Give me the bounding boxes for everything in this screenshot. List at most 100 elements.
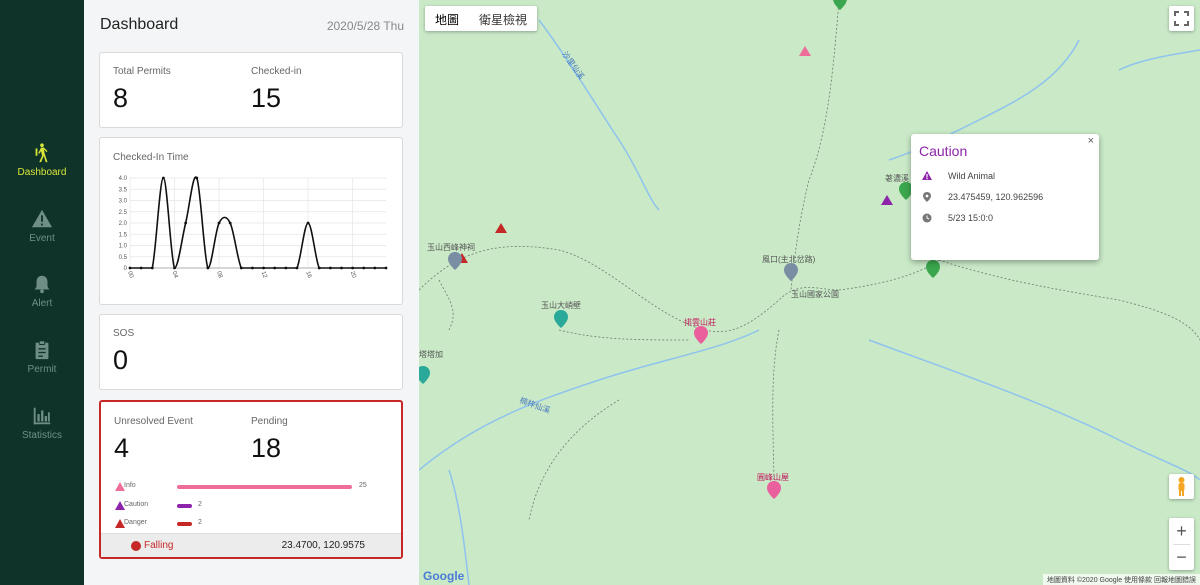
sidebar-item-permit[interactable]: Permit: [0, 339, 84, 375]
events-card[interactable]: Unresolved Event 4 Pending 18 Info 25 Ca…: [99, 400, 403, 559]
park-pin-icon[interactable]: [833, 0, 847, 10]
map-label: 排雲山莊: [684, 318, 716, 327]
lodge-pin-icon[interactable]: [694, 326, 708, 344]
map-label: 圓峰山屋: [757, 473, 789, 482]
sos-value: 0: [113, 345, 129, 375]
data-point: [262, 266, 265, 270]
data-point: [139, 266, 143, 270]
infowindow-type-row: Wild Animal: [922, 171, 995, 183]
place-pin-icon[interactable]: [419, 366, 430, 384]
event-row-count: 2: [198, 501, 202, 508]
event-row-label: Danger: [124, 519, 147, 526]
bar-chart-icon: [33, 407, 51, 425]
total-permits-label: Total Permits: [113, 66, 171, 77]
alert-status-text: Falling: [144, 540, 174, 551]
sidebar: Dashboard Event Alert Permit Statistics: [0, 0, 84, 585]
sidebar-item-label: Statistics: [21, 430, 62, 441]
data-point: [161, 176, 165, 180]
event-row-count: 25: [359, 482, 367, 489]
data-point: [173, 266, 176, 270]
park-pin-icon[interactable]: [926, 260, 940, 278]
x-tick-label: 20: [349, 271, 357, 280]
map-label: 玉山國家公園: [791, 290, 839, 299]
street-view-button[interactable]: [1169, 474, 1194, 499]
place-pin-icon[interactable]: [554, 310, 568, 328]
infowindow-time-row: 5/23 15:0:0: [922, 213, 993, 225]
sos-label: SOS: [113, 328, 135, 339]
place-pin-icon[interactable]: [784, 263, 798, 281]
caution-marker[interactable]: [881, 195, 893, 205]
y-tick-label: 3.5: [119, 187, 128, 193]
google-logo: Google: [423, 569, 465, 583]
x-tick-label: 08: [215, 271, 223, 280]
y-tick-label: 4.0: [119, 176, 128, 182]
infowindow-time: 5/23 15:0:0: [948, 213, 994, 223]
y-tick-label: 2.0: [119, 221, 128, 227]
dashboard-panel: Dashboard 2020/5/28 Thu Total Permits 8 …: [84, 0, 419, 585]
infowindow-close-button[interactable]: ×: [1088, 135, 1094, 147]
sos-card: SOS 0: [99, 314, 403, 390]
fullscreen-button[interactable]: [1169, 6, 1194, 31]
sidebar-item-label: Dashboard: [17, 167, 67, 178]
place-pin-icon[interactable]: [448, 252, 462, 270]
lodge-pin-icon[interactable]: [767, 481, 781, 499]
sidebar-item-label: Alert: [31, 298, 53, 309]
x-tick-label: 00: [126, 271, 134, 280]
alert-coords: 23.4700, 120.9575: [281, 540, 365, 551]
y-tick-label: 1.5: [119, 232, 128, 238]
clock-icon: [922, 213, 932, 223]
chart-title: Checked-In Time: [113, 152, 189, 163]
data-point: [150, 266, 154, 270]
map-label: 玉山西峰神祠: [427, 243, 475, 252]
info-marker[interactable]: [799, 46, 811, 56]
map-attribution[interactable]: 地圖資料 ©2020 Google 使用條款 回報地圖錯誤: [1042, 574, 1200, 585]
infowindow-type: Wild Animal: [948, 171, 996, 181]
x-tick-label: 16: [304, 271, 312, 280]
zoom-in-button[interactable]: +: [1169, 518, 1194, 544]
y-tick-label: 2.5: [119, 210, 128, 216]
sidebar-item-dashboard[interactable]: Dashboard: [0, 142, 84, 178]
event-row-count: 2: [198, 519, 202, 526]
event-row-label: Info: [124, 482, 136, 489]
map-label: 荖濃溪: [885, 174, 909, 183]
checkin-chart: 0 0.5 1.0 1.5 2.0 2.5 3.0 3.5 4.0 00 04 08 12 16 20: [119, 176, 388, 280]
checkin-chart-card: Checked-In Time 0 0.5 1.0 1.5 2.0 2.5 3.0 3.5 4.…: [99, 137, 403, 305]
unresolved-label: Unresolved Event: [114, 416, 193, 427]
sidebar-item-statistics[interactable]: Statistics: [0, 405, 84, 441]
danger-bar: [177, 522, 192, 526]
event-row-caution: Caution 2: [115, 500, 375, 512]
latest-alert[interactable]: Falling 23.4700, 120.9575: [101, 533, 401, 557]
page-title: Dashboard: [100, 16, 179, 33]
series-line: [130, 176, 386, 269]
clipboard-icon: [35, 340, 49, 360]
sidebar-item-alert[interactable]: Alert: [0, 273, 84, 309]
pegman-icon: [1178, 477, 1185, 496]
data-point: [206, 266, 210, 270]
map-label: 塔塔加: [419, 350, 443, 359]
permits-card: Total Permits 8 Checked-in 15: [99, 52, 403, 128]
map[interactable]: 玉山西峰神祠 玉山大峭壁 排雲山莊 塔塔加 玉山國家公園 風口(主北岔路) 荖濃…: [419, 0, 1200, 585]
unresolved-value: 4: [114, 433, 130, 463]
x-tick-label: 12: [260, 271, 268, 280]
checked-in-label: Checked-in: [251, 66, 302, 77]
infowindow-title: Caution: [919, 143, 968, 159]
sidebar-item-event[interactable]: Event: [0, 208, 84, 244]
sidebar-item-label: Event: [29, 233, 55, 244]
data-point: [228, 221, 232, 225]
map-type-satellite[interactable]: 衛星檢視: [469, 6, 537, 31]
data-point: [384, 266, 388, 270]
map-type-control: 地圖 衛星檢視: [425, 6, 538, 31]
map-type-map[interactable]: 地圖: [425, 6, 469, 31]
data-point: [340, 266, 343, 270]
data-point: [373, 266, 377, 270]
danger-marker[interactable]: [495, 223, 507, 233]
pending-label: Pending: [251, 416, 288, 427]
fullscreen-icon: [1174, 11, 1189, 26]
data-point: [195, 176, 199, 180]
data-point: [251, 266, 254, 270]
map-label: 玉山大峭壁: [541, 301, 581, 310]
map-label: 風口(主北岔路): [762, 255, 816, 264]
hiker-icon: [35, 143, 48, 163]
zoom-out-button[interactable]: −: [1169, 544, 1194, 570]
data-point: [284, 266, 288, 270]
